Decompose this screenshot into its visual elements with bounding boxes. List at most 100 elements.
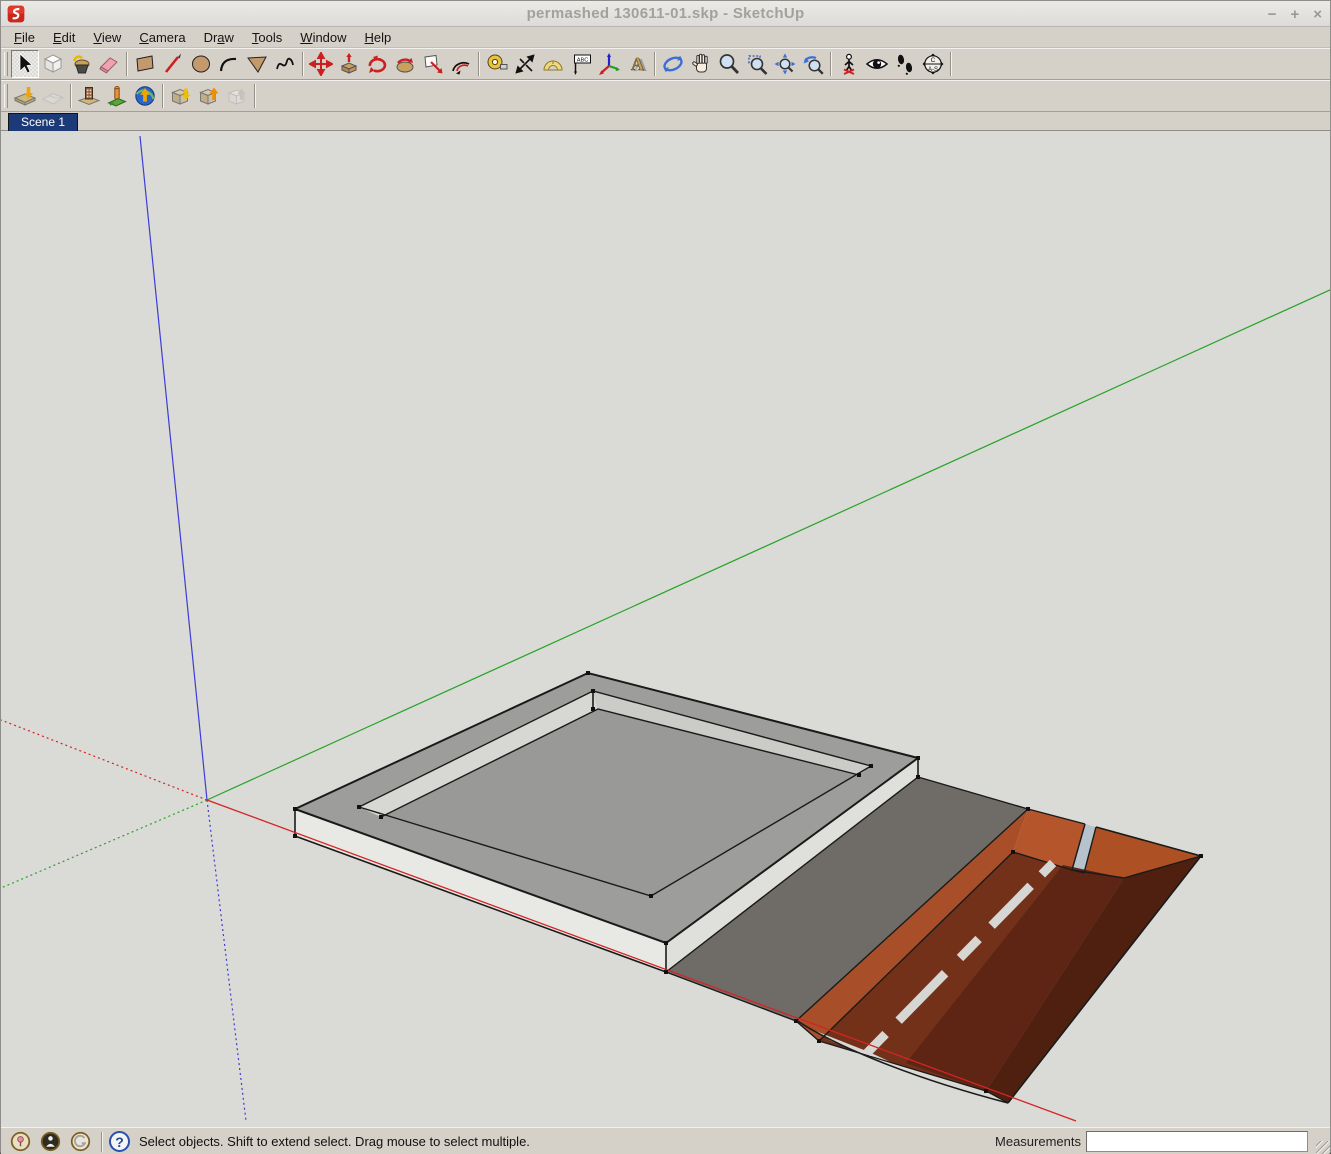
credit-status-icon[interactable] (40, 1131, 61, 1152)
phototex-tool-button[interactable] (75, 82, 103, 110)
orbit-tool-button[interactable] (659, 50, 687, 78)
scale-icon (421, 52, 445, 76)
scene-tab-row: Scene 1 (1, 112, 1330, 131)
addloc-tool-button[interactable] (11, 82, 39, 110)
freehand-icon (273, 52, 297, 76)
viewport-3d[interactable] (1, 131, 1330, 1127)
tape-tool-button[interactable] (483, 50, 511, 78)
text3d-tool-button[interactable]: AA (623, 50, 651, 78)
vertex-dot (664, 941, 668, 945)
gearth-icon (133, 84, 157, 108)
menu-file[interactable]: File (5, 28, 44, 47)
svg-text:A-S: A-S (928, 67, 938, 73)
vertex-dot (916, 756, 920, 760)
tape-icon (485, 52, 509, 76)
zoomext-tool-button[interactable] (771, 50, 799, 78)
protractor-icon (541, 52, 565, 76)
poscam-icon (837, 52, 861, 76)
toolbar-separator (302, 52, 304, 76)
text-tool-button[interactable]: ABC (567, 50, 595, 78)
vertex-dot (591, 689, 595, 693)
compass-icon: CA-S (921, 52, 945, 76)
measurements-input[interactable] (1086, 1131, 1308, 1152)
zoomext-icon (773, 52, 797, 76)
sharemodel-tool-button[interactable] (195, 82, 223, 110)
vertex-dot (357, 805, 361, 809)
menu-tools[interactable]: Tools (243, 28, 291, 47)
menu-view[interactable]: View (84, 28, 130, 47)
geolocation-status-icon (10, 1131, 31, 1152)
dimension-tool-button[interactable] (511, 50, 539, 78)
zoomwin-tool-button[interactable] (743, 50, 771, 78)
vertex-dot (293, 834, 297, 838)
toolbar-main: ABC AA CA-S (1, 48, 1330, 80)
rectangle-tool-button[interactable] (131, 50, 159, 78)
vertex-dot (817, 1039, 821, 1043)
menu-help[interactable]: Help (356, 28, 401, 47)
window-controls: −+ × (1268, 1, 1322, 27)
statusbar: ? Select objects. Shift to extend select… (1, 1127, 1330, 1154)
move-icon (309, 52, 333, 76)
line-tool-button[interactable] (159, 50, 187, 78)
minimize-button[interactable]: − (1268, 7, 1277, 22)
followme-icon (393, 52, 417, 76)
pushpull-tool-button[interactable] (335, 50, 363, 78)
pushpull-icon (337, 52, 361, 76)
followme-tool-button[interactable] (391, 50, 419, 78)
green-axis-dotted (1, 800, 207, 888)
sharemodel-icon (197, 84, 221, 108)
help-icon[interactable]: ? (109, 1131, 130, 1152)
zoomprev-tool-button[interactable] (799, 50, 827, 78)
resize-grip[interactable] (1316, 1141, 1330, 1154)
sketchup-logo-icon (6, 4, 26, 24)
circle-tool-button[interactable] (187, 50, 215, 78)
axes-tool-button[interactable] (595, 50, 623, 78)
look-tool-button[interactable] (863, 50, 891, 78)
freehand-tool-button[interactable] (271, 50, 299, 78)
poscam-tool-button[interactable] (835, 50, 863, 78)
zoom-tool-button[interactable] (715, 50, 743, 78)
toolbar-separator (126, 52, 128, 76)
walk-icon (893, 52, 917, 76)
offset-tool-button[interactable] (447, 50, 475, 78)
scene-tab[interactable]: Scene 1 (8, 113, 78, 131)
paint-icon (69, 52, 93, 76)
dimension-icon (513, 52, 537, 76)
terrain-tool-button (39, 82, 67, 110)
rotate-tool-button[interactable] (363, 50, 391, 78)
gearth-tool-button[interactable] (131, 82, 159, 110)
menu-camera[interactable]: Camera (130, 28, 194, 47)
menu-window[interactable]: Window (291, 28, 355, 47)
protractor-tool-button[interactable] (539, 50, 567, 78)
maximize-button[interactable]: + (1290, 7, 1299, 22)
close-button[interactable]: × (1313, 7, 1322, 22)
toolbar-google (1, 80, 1330, 112)
look-icon (865, 52, 889, 76)
menubar: FileEditViewCameraDrawToolsWindowHelp (1, 27, 1330, 48)
polygon-tool-button[interactable] (243, 50, 271, 78)
compass-tool-button[interactable]: CA-S (919, 50, 947, 78)
menu-edit[interactable]: Edit (44, 28, 84, 47)
menu-draw[interactable]: Draw (195, 28, 243, 47)
select-tool-button[interactable] (11, 50, 39, 78)
paint-tool-button[interactable] (67, 50, 95, 78)
toolbar-grip[interactable] (4, 52, 8, 76)
scale-tool-button[interactable] (419, 50, 447, 78)
terrain-icon (41, 84, 65, 108)
toolbar-grip[interactable] (4, 84, 8, 108)
pan-tool-button[interactable] (687, 50, 715, 78)
move-tool-button[interactable] (307, 50, 335, 78)
component-tool-button[interactable] (39, 50, 67, 78)
model-canvas[interactable] (1, 131, 1330, 1127)
geolocation-status-icon[interactable] (10, 1131, 31, 1152)
building-tool-button[interactable] (103, 82, 131, 110)
signin-status-icon[interactable] (70, 1131, 91, 1152)
status-hint-text: Select objects. Shift to extend select. … (139, 1134, 530, 1149)
eraser-tool-button[interactable] (95, 50, 123, 78)
getmodels-tool-button[interactable] (167, 82, 195, 110)
arc-tool-button[interactable] (215, 50, 243, 78)
vertex-dot (1011, 850, 1015, 854)
walk-tool-button[interactable] (891, 50, 919, 78)
blue-axis-solid (140, 136, 207, 800)
vertex-dot (1026, 807, 1030, 811)
